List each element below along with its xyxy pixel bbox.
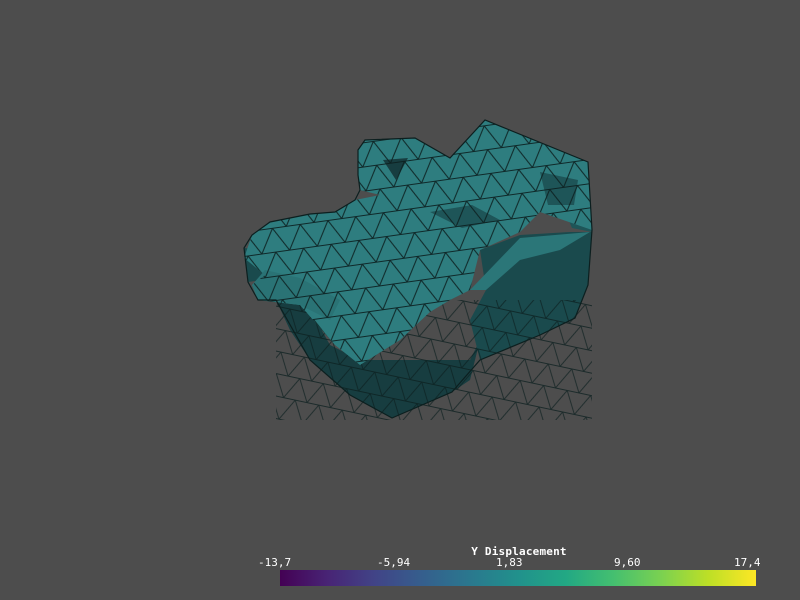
scalar-bar: Y Displacement -13,7 -5,94 1,83 9,60 17,… [256,544,776,594]
scalar-bar-tick-4: 9,60 [614,556,641,569]
mesh-canvas[interactable] [0,0,800,600]
scalar-bar-tick-2: -5,94 [377,556,411,569]
colorbar-gradient [280,570,756,586]
scalar-bar-tick-max: 17,4 [734,556,761,569]
scalar-bar-tick-min: -13,7 [258,556,292,569]
render-viewport[interactable]: Y Displacement -13,7 -5,94 1,83 9,60 17,… [0,0,800,600]
scalar-bar-tick-mid: 1,83 [496,556,523,569]
